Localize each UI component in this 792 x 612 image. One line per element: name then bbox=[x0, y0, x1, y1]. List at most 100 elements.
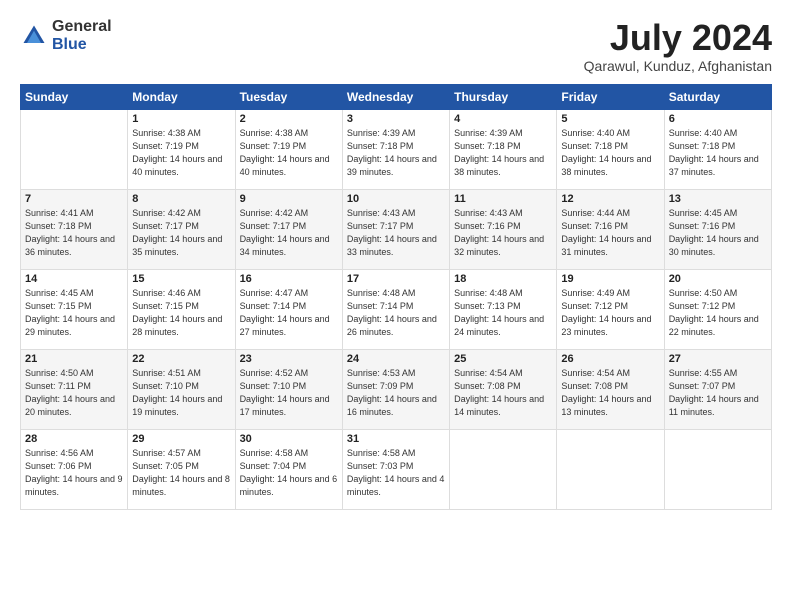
day-info: Sunrise: 4:46 AMSunset: 7:15 PMDaylight:… bbox=[132, 287, 230, 339]
day-info: Sunrise: 4:38 AMSunset: 7:19 PMDaylight:… bbox=[240, 127, 338, 179]
logo-icon bbox=[20, 22, 48, 50]
day-number: 21 bbox=[25, 353, 123, 365]
day-number: 11 bbox=[454, 193, 552, 205]
day-number: 23 bbox=[240, 353, 338, 365]
day-number: 16 bbox=[240, 273, 338, 285]
table-row: 17 Sunrise: 4:48 AMSunset: 7:14 PMDaylig… bbox=[342, 269, 449, 349]
table-row: 22 Sunrise: 4:51 AMSunset: 7:10 PMDaylig… bbox=[128, 349, 235, 429]
day-info: Sunrise: 4:43 AMSunset: 7:17 PMDaylight:… bbox=[347, 207, 445, 259]
day-info: Sunrise: 4:42 AMSunset: 7:17 PMDaylight:… bbox=[240, 207, 338, 259]
table-row: 21 Sunrise: 4:50 AMSunset: 7:11 PMDaylig… bbox=[21, 349, 128, 429]
day-info: Sunrise: 4:48 AMSunset: 7:14 PMDaylight:… bbox=[347, 287, 445, 339]
day-info: Sunrise: 4:55 AMSunset: 7:07 PMDaylight:… bbox=[669, 367, 767, 419]
logo-text: General Blue bbox=[52, 18, 112, 53]
table-row: 31 Sunrise: 4:58 AMSunset: 7:03 PMDaylig… bbox=[342, 429, 449, 509]
header-tuesday: Tuesday bbox=[235, 84, 342, 109]
day-info: Sunrise: 4:56 AMSunset: 7:06 PMDaylight:… bbox=[25, 447, 123, 499]
day-info: Sunrise: 4:50 AMSunset: 7:11 PMDaylight:… bbox=[25, 367, 123, 419]
table-row: 13 Sunrise: 4:45 AMSunset: 7:16 PMDaylig… bbox=[664, 189, 771, 269]
day-number: 29 bbox=[132, 433, 230, 445]
table-row: 12 Sunrise: 4:44 AMSunset: 7:16 PMDaylig… bbox=[557, 189, 664, 269]
table-row: 25 Sunrise: 4:54 AMSunset: 7:08 PMDaylig… bbox=[450, 349, 557, 429]
day-number: 7 bbox=[25, 193, 123, 205]
day-number: 15 bbox=[132, 273, 230, 285]
day-info: Sunrise: 4:57 AMSunset: 7:05 PMDaylight:… bbox=[132, 447, 230, 499]
day-number: 25 bbox=[454, 353, 552, 365]
day-info: Sunrise: 4:40 AMSunset: 7:18 PMDaylight:… bbox=[561, 127, 659, 179]
calendar-body: 1 Sunrise: 4:38 AMSunset: 7:19 PMDayligh… bbox=[21, 109, 772, 509]
table-row: 28 Sunrise: 4:56 AMSunset: 7:06 PMDaylig… bbox=[21, 429, 128, 509]
logo: General Blue bbox=[20, 18, 112, 53]
header: General Blue July 2024 Qarawul, Kunduz, … bbox=[20, 18, 772, 74]
header-thursday: Thursday bbox=[450, 84, 557, 109]
table-row: 19 Sunrise: 4:49 AMSunset: 7:12 PMDaylig… bbox=[557, 269, 664, 349]
day-number: 26 bbox=[561, 353, 659, 365]
day-number: 9 bbox=[240, 193, 338, 205]
table-row: 10 Sunrise: 4:43 AMSunset: 7:17 PMDaylig… bbox=[342, 189, 449, 269]
day-number: 24 bbox=[347, 353, 445, 365]
day-info: Sunrise: 4:53 AMSunset: 7:09 PMDaylight:… bbox=[347, 367, 445, 419]
day-number: 19 bbox=[561, 273, 659, 285]
day-number: 4 bbox=[454, 113, 552, 125]
table-row: 6 Sunrise: 4:40 AMSunset: 7:18 PMDayligh… bbox=[664, 109, 771, 189]
day-info: Sunrise: 4:44 AMSunset: 7:16 PMDaylight:… bbox=[561, 207, 659, 259]
day-info: Sunrise: 4:42 AMSunset: 7:17 PMDaylight:… bbox=[132, 207, 230, 259]
table-row: 23 Sunrise: 4:52 AMSunset: 7:10 PMDaylig… bbox=[235, 349, 342, 429]
table-row: 16 Sunrise: 4:47 AMSunset: 7:14 PMDaylig… bbox=[235, 269, 342, 349]
table-row: 18 Sunrise: 4:48 AMSunset: 7:13 PMDaylig… bbox=[450, 269, 557, 349]
day-info: Sunrise: 4:50 AMSunset: 7:12 PMDaylight:… bbox=[669, 287, 767, 339]
table-row: 4 Sunrise: 4:39 AMSunset: 7:18 PMDayligh… bbox=[450, 109, 557, 189]
table-row: 26 Sunrise: 4:54 AMSunset: 7:08 PMDaylig… bbox=[557, 349, 664, 429]
table-row: 27 Sunrise: 4:55 AMSunset: 7:07 PMDaylig… bbox=[664, 349, 771, 429]
month-title: July 2024 bbox=[584, 18, 772, 58]
day-number: 17 bbox=[347, 273, 445, 285]
table-row: 24 Sunrise: 4:53 AMSunset: 7:09 PMDaylig… bbox=[342, 349, 449, 429]
calendar-header: Sunday Monday Tuesday Wednesday Thursday… bbox=[21, 84, 772, 109]
day-info: Sunrise: 4:49 AMSunset: 7:12 PMDaylight:… bbox=[561, 287, 659, 339]
day-number: 20 bbox=[669, 273, 767, 285]
day-info: Sunrise: 4:51 AMSunset: 7:10 PMDaylight:… bbox=[132, 367, 230, 419]
logo-general: General bbox=[52, 18, 112, 36]
day-info: Sunrise: 4:45 AMSunset: 7:16 PMDaylight:… bbox=[669, 207, 767, 259]
day-info: Sunrise: 4:45 AMSunset: 7:15 PMDaylight:… bbox=[25, 287, 123, 339]
table-row bbox=[450, 429, 557, 509]
day-info: Sunrise: 4:39 AMSunset: 7:18 PMDaylight:… bbox=[347, 127, 445, 179]
table-row bbox=[21, 109, 128, 189]
day-info: Sunrise: 4:43 AMSunset: 7:16 PMDaylight:… bbox=[454, 207, 552, 259]
day-number: 8 bbox=[132, 193, 230, 205]
table-row: 29 Sunrise: 4:57 AMSunset: 7:05 PMDaylig… bbox=[128, 429, 235, 509]
header-friday: Friday bbox=[557, 84, 664, 109]
day-info: Sunrise: 4:54 AMSunset: 7:08 PMDaylight:… bbox=[454, 367, 552, 419]
table-row: 9 Sunrise: 4:42 AMSunset: 7:17 PMDayligh… bbox=[235, 189, 342, 269]
header-monday: Monday bbox=[128, 84, 235, 109]
day-number: 27 bbox=[669, 353, 767, 365]
table-row: 3 Sunrise: 4:39 AMSunset: 7:18 PMDayligh… bbox=[342, 109, 449, 189]
location: Qarawul, Kunduz, Afghanistan bbox=[584, 58, 772, 74]
day-number: 22 bbox=[132, 353, 230, 365]
day-info: Sunrise: 4:47 AMSunset: 7:14 PMDaylight:… bbox=[240, 287, 338, 339]
day-number: 13 bbox=[669, 193, 767, 205]
day-number: 12 bbox=[561, 193, 659, 205]
day-info: Sunrise: 4:41 AMSunset: 7:18 PMDaylight:… bbox=[25, 207, 123, 259]
title-block: July 2024 Qarawul, Kunduz, Afghanistan bbox=[584, 18, 772, 74]
day-info: Sunrise: 4:52 AMSunset: 7:10 PMDaylight:… bbox=[240, 367, 338, 419]
calendar-table: Sunday Monday Tuesday Wednesday Thursday… bbox=[20, 84, 772, 510]
day-number: 1 bbox=[132, 113, 230, 125]
header-saturday: Saturday bbox=[664, 84, 771, 109]
table-row: 7 Sunrise: 4:41 AMSunset: 7:18 PMDayligh… bbox=[21, 189, 128, 269]
day-info: Sunrise: 4:40 AMSunset: 7:18 PMDaylight:… bbox=[669, 127, 767, 179]
table-row: 15 Sunrise: 4:46 AMSunset: 7:15 PMDaylig… bbox=[128, 269, 235, 349]
day-info: Sunrise: 4:58 AMSunset: 7:04 PMDaylight:… bbox=[240, 447, 338, 499]
day-number: 28 bbox=[25, 433, 123, 445]
day-number: 31 bbox=[347, 433, 445, 445]
day-number: 2 bbox=[240, 113, 338, 125]
day-info: Sunrise: 4:48 AMSunset: 7:13 PMDaylight:… bbox=[454, 287, 552, 339]
table-row: 11 Sunrise: 4:43 AMSunset: 7:16 PMDaylig… bbox=[450, 189, 557, 269]
table-row bbox=[557, 429, 664, 509]
table-row bbox=[664, 429, 771, 509]
day-info: Sunrise: 4:58 AMSunset: 7:03 PMDaylight:… bbox=[347, 447, 445, 499]
table-row: 8 Sunrise: 4:42 AMSunset: 7:17 PMDayligh… bbox=[128, 189, 235, 269]
table-row: 14 Sunrise: 4:45 AMSunset: 7:15 PMDaylig… bbox=[21, 269, 128, 349]
table-row: 2 Sunrise: 4:38 AMSunset: 7:19 PMDayligh… bbox=[235, 109, 342, 189]
day-number: 5 bbox=[561, 113, 659, 125]
